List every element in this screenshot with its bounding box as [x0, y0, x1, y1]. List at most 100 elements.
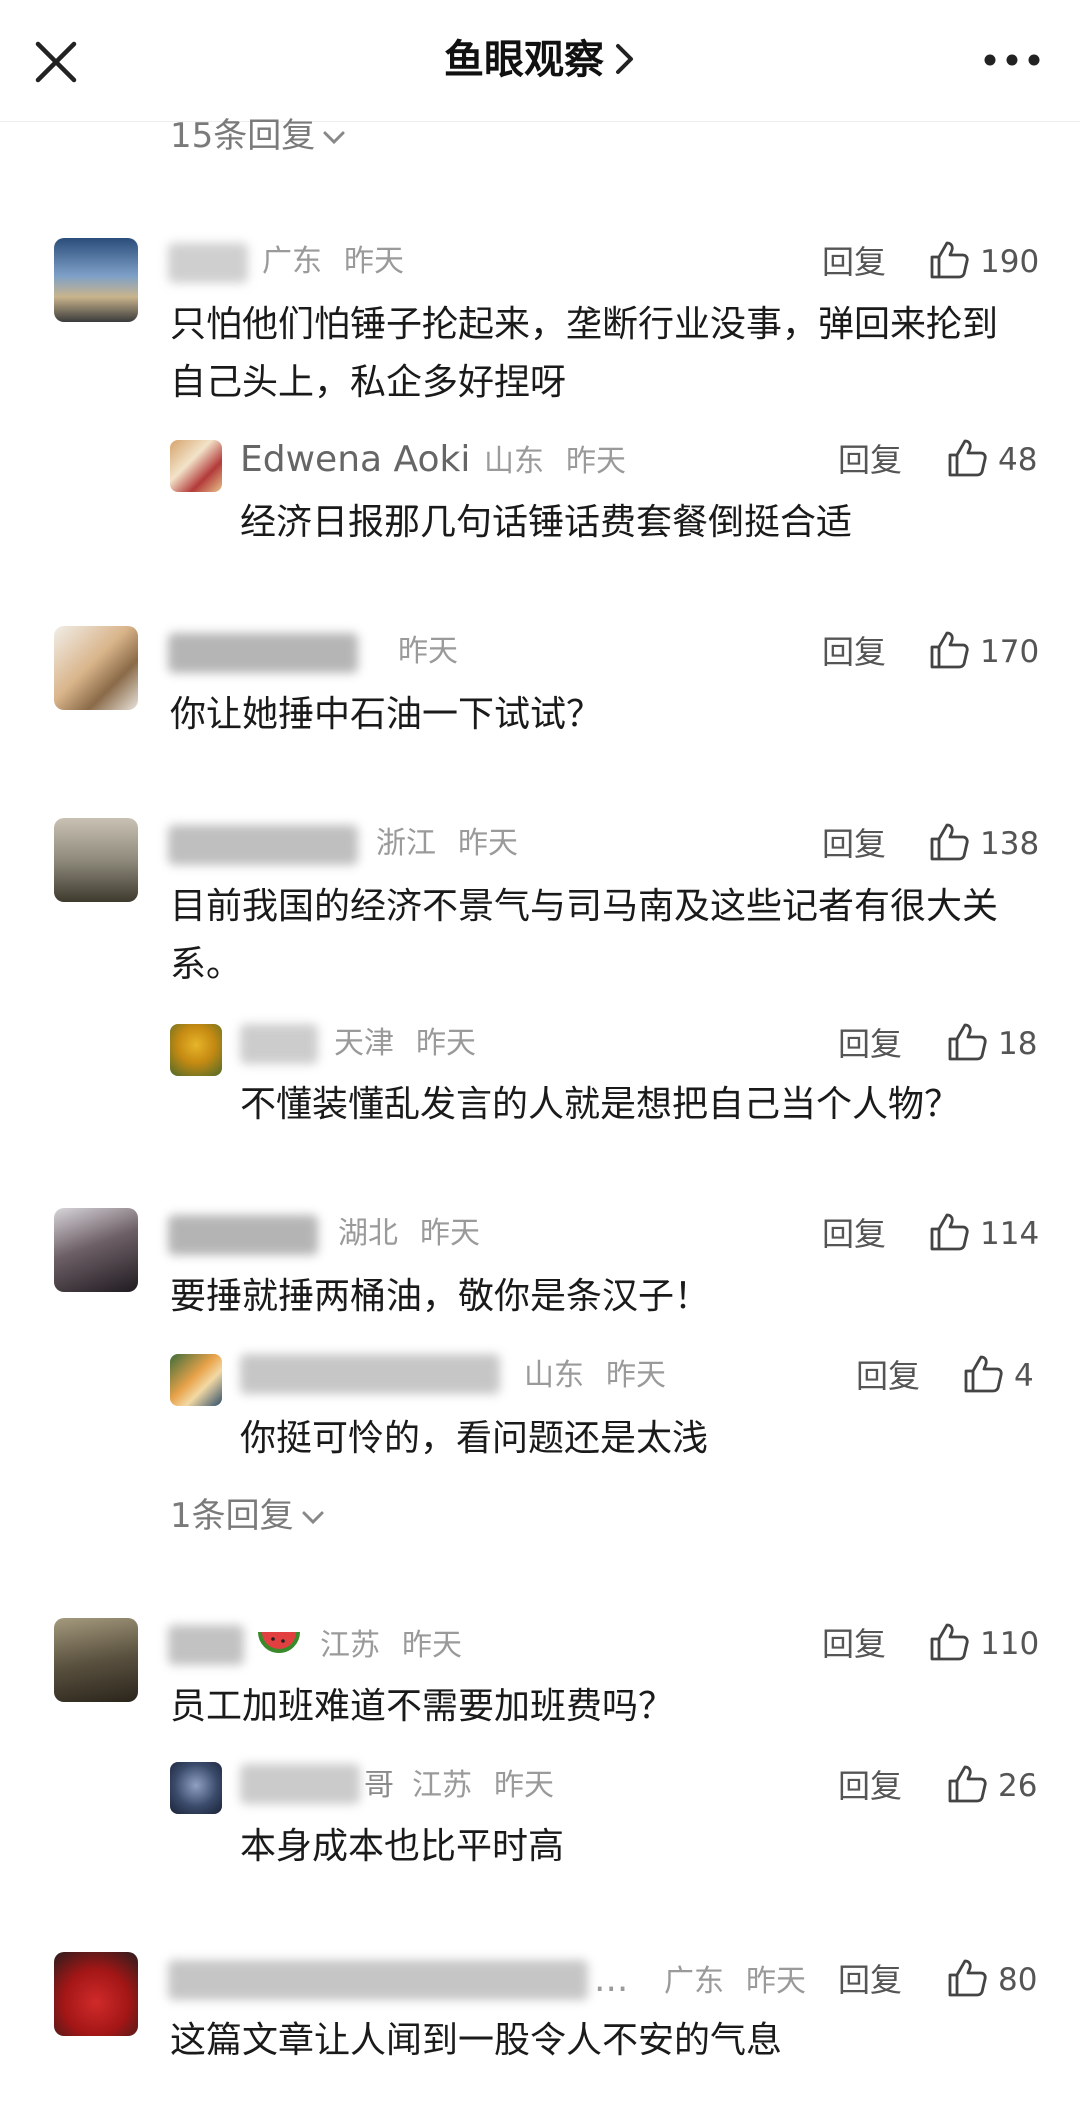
region: 广东	[664, 1964, 724, 1999]
expand-replies-label: 1条回复	[170, 1496, 294, 1536]
reply-button[interactable]: 回复	[838, 1766, 902, 1806]
like-count: 48	[998, 442, 1038, 478]
username-blurred[interactable]	[240, 1024, 318, 1064]
region: 江苏	[320, 1628, 380, 1663]
like-count: 114	[980, 1216, 1040, 1252]
thumbs-up-icon	[930, 241, 969, 278]
expand-replies-label: 15条回复	[170, 116, 316, 156]
region: 天津	[334, 1026, 394, 1061]
reply-button[interactable]: 回复	[822, 242, 886, 282]
reply-button[interactable]: 回复	[822, 824, 886, 864]
like-count: 190	[980, 244, 1040, 280]
comment-text: 员工加班难道不需要加班费吗？	[170, 1686, 675, 1727]
avatar[interactable]	[170, 1762, 222, 1814]
comment-text: 目前我国的经济不景气与司马南及这些记者有很大关系。	[170, 886, 999, 985]
like-button[interactable]: 26	[946, 1765, 1038, 1806]
like-button[interactable]: 138	[928, 823, 1040, 864]
like-count: 18	[998, 1026, 1038, 1062]
like-count: 138	[980, 826, 1040, 862]
timestamp: 昨天	[416, 1026, 476, 1061]
thumbs-up-icon	[948, 1765, 987, 1802]
reply-button[interactable]: 回复	[838, 1960, 902, 2000]
reply-button[interactable]: 回复	[856, 1356, 920, 1396]
page-title[interactable]: 鱼眼观察	[0, 30, 1080, 90]
like-button[interactable]: 4	[962, 1355, 1034, 1396]
like-button[interactable]: 190	[928, 241, 1040, 282]
username-blurred[interactable]	[168, 243, 248, 283]
avatar[interactable]	[54, 626, 138, 710]
thumbs-up-icon	[930, 823, 969, 860]
timestamp: 昨天	[398, 634, 458, 669]
username-blurred[interactable]	[168, 1960, 588, 2000]
comment-meta: 山东 昨天	[484, 442, 626, 482]
like-button[interactable]: 18	[946, 1023, 1038, 1064]
reply-button[interactable]: 回复	[822, 632, 886, 672]
region: 浙江	[376, 826, 436, 861]
region: 江苏	[412, 1768, 472, 1803]
comment-text: 只怕他们怕锤子抡起来，垄断行业没事，弹回来抡到自己头上，私企多好捏呀	[170, 304, 999, 403]
timestamp: 昨天	[420, 1216, 480, 1251]
like-count: 4	[1014, 1358, 1034, 1394]
avatar[interactable]	[170, 440, 222, 492]
reply-button[interactable]: 回复	[822, 1624, 886, 1664]
comment-text: 你让她捶中石油一下试试？	[170, 694, 603, 735]
thumbs-up-icon	[948, 1959, 987, 1996]
username-ellipsis: ...	[594, 1959, 629, 2000]
chevron-right-icon	[616, 44, 633, 74]
thumbs-up-icon	[948, 1023, 987, 1060]
comment-meta: 江苏 昨天	[320, 1626, 462, 1666]
reply-button[interactable]: 回复	[822, 1214, 886, 1254]
page-title-text: 鱼眼观察	[444, 37, 604, 83]
comment-meta: 山东 昨天	[524, 1356, 666, 1396]
chevron-down-icon	[302, 1511, 324, 1524]
avatar[interactable]	[54, 1618, 138, 1702]
username-blurred[interactable]	[240, 1764, 360, 1804]
like-button[interactable]: 48	[946, 439, 1038, 480]
like-count: 80	[998, 1962, 1038, 1998]
comment-meta: 湖北 昨天	[338, 1214, 480, 1254]
reply-button[interactable]: 回复	[838, 1024, 902, 1064]
region: 山东	[524, 1358, 584, 1393]
timestamp: 昨天	[606, 1358, 666, 1393]
username-blurred[interactable]	[168, 825, 358, 865]
comment-meta: 昨天	[376, 632, 458, 672]
username-blurred[interactable]	[240, 1354, 500, 1394]
reply-text: 你挺可怜的，看问题还是太浅	[240, 1418, 709, 1459]
like-button[interactable]: 170	[928, 631, 1040, 672]
avatar[interactable]	[170, 1354, 222, 1406]
like-button[interactable]: 114	[928, 1213, 1040, 1254]
watermelon-emoji-icon	[258, 1631, 300, 1653]
thumbs-up-icon	[930, 631, 969, 668]
top-bar: 鱼眼观察	[0, 0, 1080, 122]
expand-replies-link[interactable]: 15条回复	[170, 116, 347, 156]
avatar[interactable]	[54, 238, 138, 322]
thumbs-up-icon	[948, 439, 987, 476]
like-button[interactable]: 80	[946, 1959, 1038, 2000]
comment-meta: 浙江 昨天	[376, 824, 518, 864]
comment-meta: 江苏 昨天	[412, 1766, 554, 1806]
like-button[interactable]: 110	[928, 1623, 1040, 1664]
like-count: 26	[998, 1768, 1038, 1804]
like-count: 110	[980, 1626, 1040, 1662]
avatar[interactable]	[54, 818, 138, 902]
timestamp: 昨天	[566, 444, 626, 479]
reply-button[interactable]: 回复	[838, 440, 902, 480]
username-blurred[interactable]	[168, 1215, 318, 1255]
username-blurred[interactable]	[168, 1625, 244, 1665]
region: 山东	[484, 444, 544, 479]
expand-replies-link[interactable]: 1条回复	[170, 1496, 326, 1536]
thumbs-up-icon	[930, 1213, 969, 1250]
comment-text: 这篇文章让人闻到一股令人不安的气息	[170, 2020, 783, 2061]
more-options-icon[interactable]	[982, 48, 1042, 72]
like-count: 170	[980, 634, 1040, 670]
username-tail: 哥	[364, 1768, 394, 1803]
comment-meta: 天津 昨天	[334, 1024, 476, 1064]
reply-text: 经济日报那几句话锤话费套餐倒挺合适	[240, 502, 853, 543]
avatar[interactable]	[54, 1208, 138, 1292]
comment-meta: 广东 昨天	[664, 1962, 806, 2002]
avatar[interactable]	[54, 1952, 138, 2036]
username-blurred[interactable]	[168, 633, 358, 673]
region: 广东	[262, 244, 322, 279]
username[interactable]: Edwena Aoki	[240, 438, 470, 482]
avatar[interactable]	[170, 1024, 222, 1076]
